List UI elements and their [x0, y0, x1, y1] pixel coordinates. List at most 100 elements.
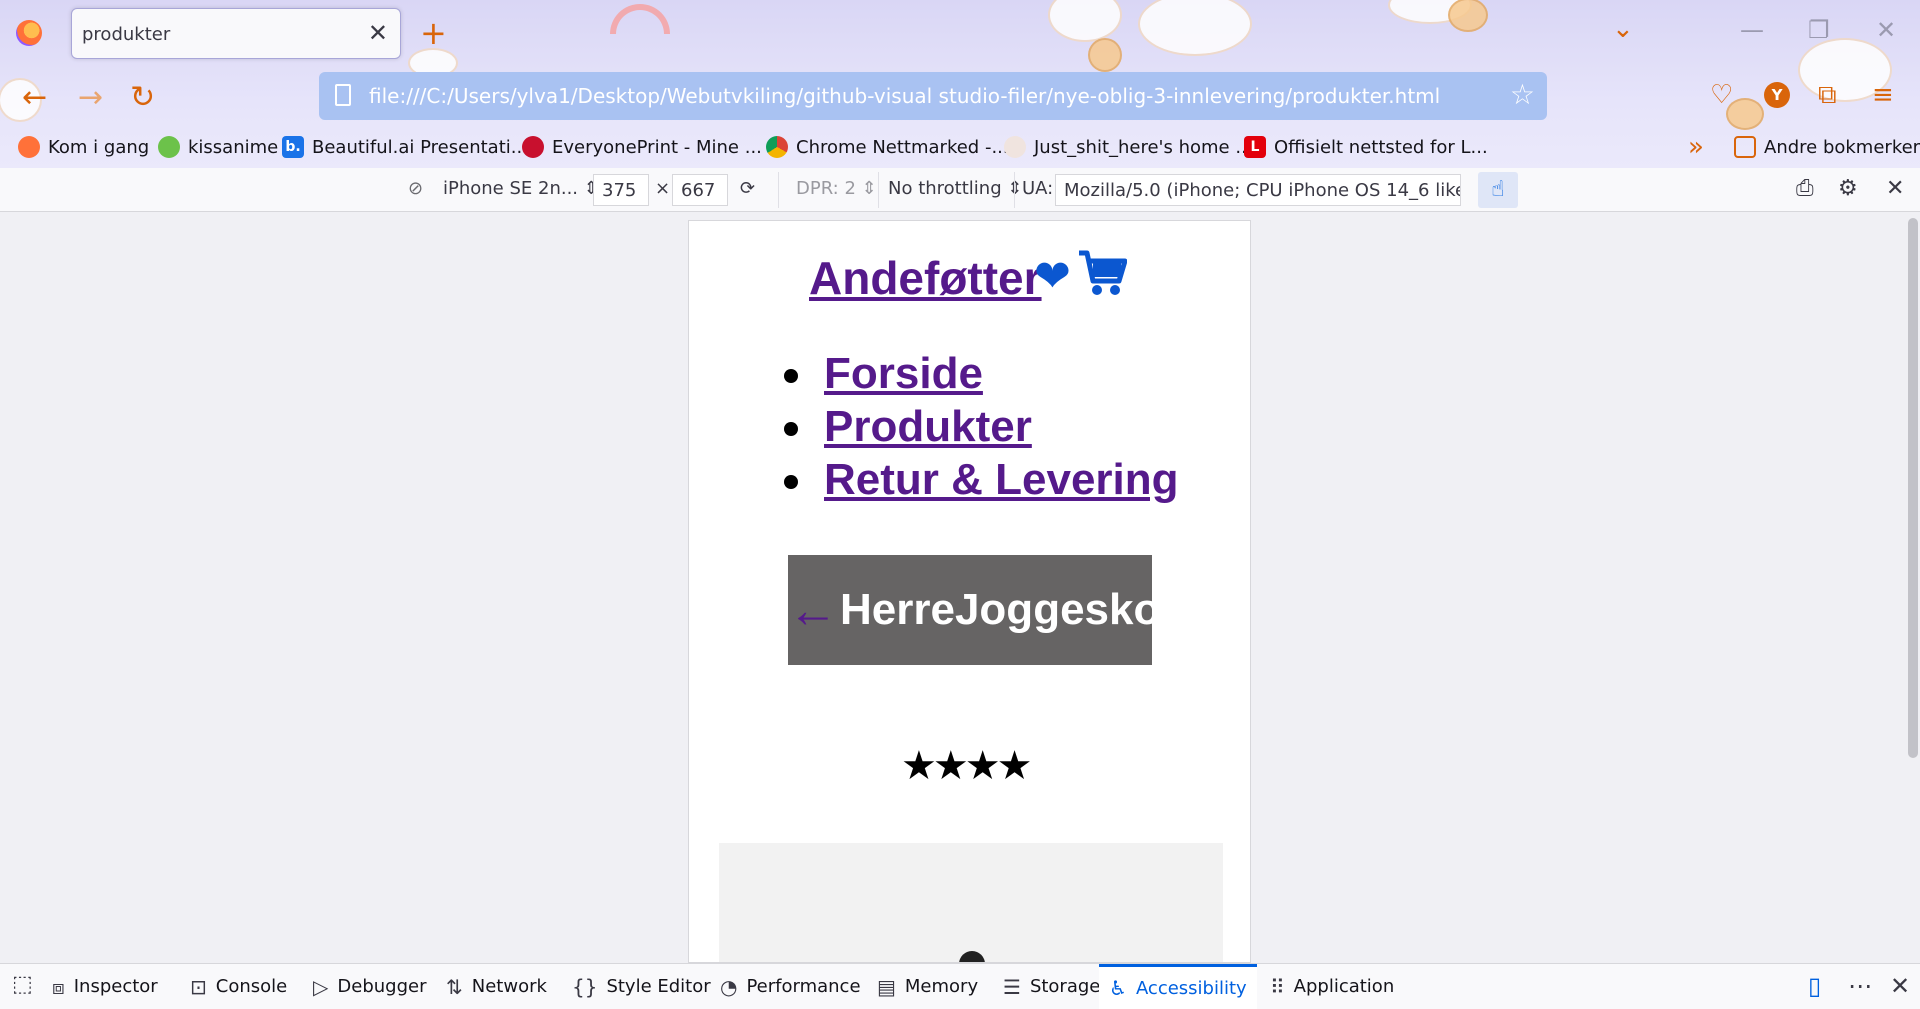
- element-picker-icon[interactable]: ⬚: [12, 972, 33, 997]
- nav-link-forside[interactable]: Forside: [824, 349, 983, 398]
- device-viewport: Andeføtter ❤ Forside Produkter Retur & L…: [688, 220, 1251, 963]
- bookmark-label: Chrome Nettmarked -...: [796, 136, 1009, 158]
- bookmark-label: EveryonePrint - Mine ...: [552, 136, 762, 158]
- rotate-viewport-icon[interactable]: ⟳: [740, 178, 755, 199]
- bookmark-label: Beautiful.ai Presentati...: [312, 136, 528, 158]
- console-icon: ⊡: [190, 974, 207, 999]
- touch-simulation-icon[interactable]: ☝: [1478, 172, 1518, 208]
- devtools-tab-debugger[interactable]: ▷ Debugger: [313, 964, 427, 1009]
- product-image-content: [959, 951, 985, 962]
- everyoneprint-icon: [522, 136, 544, 158]
- devtools-tab-accessibility[interactable]: ♿ Accessibility: [1099, 964, 1257, 1009]
- bookmark-star-icon[interactable]: ☆: [1510, 78, 1535, 111]
- bookmarks-toolbar: Kom i gang kissanime b. Beautiful.ai Pre…: [0, 130, 1920, 166]
- responsive-viewport-area: Andeføtter ❤ Forside Produkter Retur & L…: [0, 212, 1920, 963]
- device-icon: ⊘: [408, 178, 424, 199]
- settings-gear-icon[interactable]: ⚙: [1838, 176, 1858, 201]
- back-arrow-icon[interactable]: ←: [788, 581, 838, 639]
- devtools-tab-label: Memory: [904, 976, 979, 997]
- devtools-tab-label: Console: [215, 976, 288, 997]
- beautifulai-icon: b.: [282, 136, 304, 158]
- bookmark-item[interactable]: Just_shit_here's home ...: [1004, 136, 1253, 158]
- throttling-selector[interactable]: No throttling ⇕: [888, 178, 1022, 199]
- dpr-selector[interactable]: DPR: 2 ⇕: [796, 178, 877, 199]
- nav-item-forside: Forside: [784, 349, 1179, 402]
- viewport-height-input[interactable]: 667: [672, 174, 728, 206]
- lego-icon: L: [1244, 136, 1266, 158]
- nav-item-retur-levering: Retur & Levering: [784, 455, 1179, 508]
- folder-icon: [1734, 136, 1756, 158]
- star-rating: ★★★★: [901, 744, 1032, 788]
- nav-link-produkter[interactable]: Produkter: [824, 402, 1032, 451]
- close-devtools-icon[interactable]: ✕: [1890, 972, 1910, 1000]
- page-icon: [335, 84, 351, 106]
- dock-side-icon[interactable]: ▯: [1808, 972, 1821, 1000]
- more-bookmarks-icon[interactable]: »: [1688, 132, 1704, 162]
- list-tabs-chevron-icon[interactable]: ⌄: [1612, 14, 1634, 44]
- devtools-tab-memory[interactable]: ▤ Memory: [877, 964, 978, 1009]
- devtools-tab-label: Storage: [1029, 976, 1101, 997]
- browser-chrome: produkter ✕ + ⌄ — ❐ ✕ ← → ↻ file:///C:/U…: [0, 0, 1920, 168]
- heart-icon[interactable]: ❤: [1034, 251, 1071, 302]
- device-selector[interactable]: iPhone SE 2n... ⇕: [443, 178, 599, 199]
- dimension-separator: ×: [655, 178, 671, 199]
- minimize-icon[interactable]: —: [1740, 16, 1764, 44]
- accessibility-icon: ♿: [1109, 976, 1127, 1000]
- devtools-tab-performance[interactable]: ◔ Performance: [720, 964, 861, 1009]
- performance-icon: ◔: [720, 974, 738, 999]
- devtools-tab-label: Performance: [746, 976, 861, 997]
- bookmark-item[interactable]: kissanime: [158, 136, 278, 158]
- face-icon: [1004, 136, 1026, 158]
- close-tab-icon[interactable]: ✕: [368, 19, 388, 47]
- address-bar[interactable]: file:///C:/Users/ylva1/Desktop/Webutvkil…: [319, 72, 1547, 120]
- style-editor-icon: {}: [572, 974, 598, 999]
- bookmark-item[interactable]: b. Beautiful.ai Presentati...: [282, 136, 528, 158]
- active-tab[interactable]: produkter ✕: [71, 8, 401, 59]
- forward-icon[interactable]: →: [78, 80, 103, 115]
- product-title: HerreJoggesko: [840, 585, 1161, 634]
- account-avatar[interactable]: Y: [1764, 82, 1790, 108]
- user-agent-input[interactable]: Mozilla/5.0 (iPhone; CPU iPhone OS 14_6 …: [1055, 174, 1461, 206]
- device-name: iPhone SE 2n...: [443, 178, 579, 199]
- restore-icon[interactable]: ❐: [1808, 16, 1830, 44]
- other-bookmarks-label: Andre bokmerker: [1764, 136, 1920, 158]
- nav-link-retur-levering[interactable]: Retur & Levering: [824, 455, 1179, 504]
- tab-bar: produkter ✕ + ⌄ — ❐ ✕: [0, 0, 1920, 66]
- throttling-value: No throttling: [888, 178, 1002, 199]
- bookmark-item[interactable]: L Offisielt nettsted for L...: [1244, 136, 1488, 158]
- url-text[interactable]: file:///C:/Users/ylva1/Desktop/Webutvkil…: [369, 84, 1440, 108]
- other-bookmarks[interactable]: Andre bokmerker: [1734, 136, 1920, 158]
- new-tab-icon[interactable]: +: [420, 14, 447, 52]
- network-icon: ⇅: [446, 974, 463, 999]
- devtools-tab-network[interactable]: ⇅ Network: [446, 964, 547, 1009]
- screenshot-icon[interactable]: ⎙: [1796, 176, 1814, 201]
- menu-icon[interactable]: ≡: [1872, 80, 1894, 110]
- bookmark-label: Offisielt nettsted for L...: [1274, 136, 1488, 158]
- back-icon[interactable]: ←: [22, 80, 47, 115]
- site-title-link[interactable]: Andeføtter: [809, 251, 1042, 305]
- storage-icon: ☰: [1003, 974, 1021, 999]
- close-rdm-icon[interactable]: ✕: [1886, 176, 1904, 201]
- bookmark-item[interactable]: EveryonePrint - Mine ...: [522, 136, 762, 158]
- pocket-icon[interactable]: ♡: [1710, 80, 1733, 110]
- kissanime-icon: [158, 136, 180, 158]
- vertical-scrollbar[interactable]: [1908, 218, 1918, 758]
- viewport-width-input[interactable]: 375: [593, 174, 649, 206]
- bookmark-item[interactable]: Chrome Nettmarked -...: [766, 136, 1009, 158]
- application-icon: ⠿: [1270, 974, 1285, 999]
- extensions-icon[interactable]: ⧉: [1818, 80, 1837, 111]
- shopping-cart-icon[interactable]: [1077, 249, 1128, 302]
- devtools-tab-storage[interactable]: ☰ Storage: [1003, 964, 1100, 1009]
- devtools-tab-style-editor[interactable]: {} Style Editor: [572, 964, 711, 1009]
- bookmark-item[interactable]: Kom i gang: [18, 136, 149, 158]
- close-window-icon[interactable]: ✕: [1876, 16, 1896, 44]
- more-options-icon[interactable]: ⋯: [1848, 972, 1872, 1000]
- debugger-icon: ▷: [313, 974, 329, 999]
- chrome-icon: [766, 136, 788, 158]
- devtools-tab-inspector[interactable]: ⧈ Inspector: [52, 964, 158, 1009]
- firefox-icon: [16, 20, 42, 46]
- devtools-tab-application[interactable]: ⠿ Application: [1270, 964, 1394, 1009]
- devtools-tab-console[interactable]: ⊡ Console: [190, 964, 287, 1009]
- reload-icon[interactable]: ↻: [130, 80, 155, 115]
- main-navigation: Forside Produkter Retur & Levering: [784, 349, 1179, 508]
